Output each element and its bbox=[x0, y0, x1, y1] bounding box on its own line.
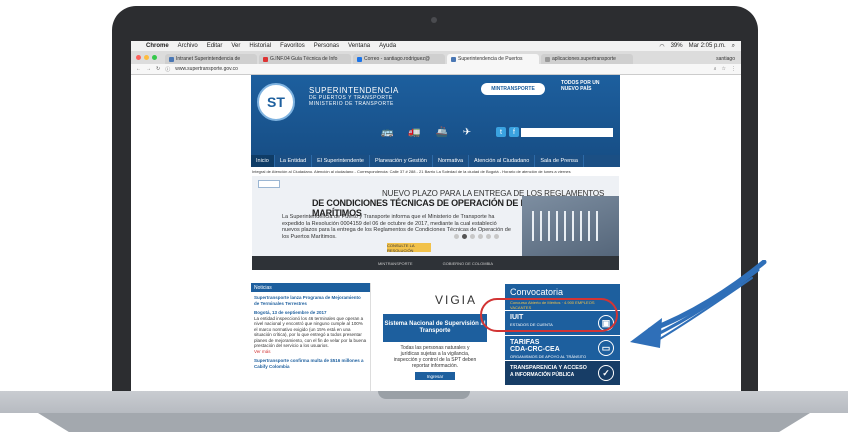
social-links: t f bbox=[496, 127, 519, 137]
camera-icon bbox=[431, 17, 437, 23]
nav-planeacion[interactable]: Planeación y Gestión bbox=[370, 155, 433, 167]
search-icon[interactable]: ⌕ bbox=[732, 43, 735, 50]
news-item-body: La entidad inspeccionó los 46 terminales… bbox=[254, 315, 367, 349]
menu-historial[interactable]: Historial bbox=[249, 43, 271, 49]
main-nav: Inicio La Entidad El Superintendente Pla… bbox=[251, 155, 620, 167]
info-ticker: Integral de Atención al Ciudadano. Atenc… bbox=[252, 169, 571, 174]
favicon-icon bbox=[357, 56, 362, 62]
favicon-icon bbox=[169, 56, 174, 62]
laptop-notch bbox=[378, 391, 470, 399]
reload-icon[interactable]: ↻ bbox=[156, 66, 160, 72]
tab-superintendencia[interactable]: Superintendencia de Puertos bbox=[447, 54, 539, 64]
menu-ayuda[interactable]: Ayuda bbox=[379, 43, 396, 49]
nav-sala-prensa[interactable]: Sala de Prensa bbox=[535, 155, 584, 167]
menu-personas[interactable]: Personas bbox=[314, 43, 339, 49]
clock[interactable]: Mar 2:05 p.m. bbox=[689, 43, 726, 49]
noticias-header: Noticias bbox=[251, 283, 370, 292]
noticias-panel: Noticias Supertransporte lanza Programa … bbox=[251, 283, 371, 391]
tarifas-highlight-ellipse bbox=[480, 298, 618, 332]
carousel-dot[interactable] bbox=[486, 234, 491, 239]
website-page: ST SUPERINTENDENCIA DE PUERTOS Y TRANSPO… bbox=[251, 75, 620, 391]
pointer-arrow-icon bbox=[630, 260, 767, 348]
banner-footer: MINTRANSPORTE GOBIERNO DE COLOMBIA bbox=[252, 256, 619, 270]
news-list: Supertransporte lanza Programa de Mejora… bbox=[251, 292, 370, 372]
carousel-dot-active[interactable] bbox=[462, 234, 467, 239]
nav-normativa[interactable]: Normativa bbox=[433, 155, 469, 167]
news-banner[interactable]: NUEVO PLAZO PARA LA ENTREGA DE LOS REGLA… bbox=[252, 176, 619, 256]
site-search-input[interactable] bbox=[521, 128, 613, 137]
back-icon[interactable]: ← bbox=[136, 66, 141, 72]
menu-ver[interactable]: Ver bbox=[231, 43, 240, 49]
tab-bar: Intranet Superintendencia de G.INF.04 Gu… bbox=[131, 51, 741, 64]
address-bar: ← → ↻ ⓘ www.supertransporte.gov.co ⌕ ☆ ⋮ bbox=[131, 64, 741, 75]
carousel-dots bbox=[454, 234, 499, 239]
nav-la-entidad[interactable]: La Entidad bbox=[275, 155, 313, 167]
tarifas-card[interactable]: TARIFAS CDA-CRC-CEA ORGANISMOS DE APOYO … bbox=[505, 336, 620, 360]
laptop-base-shadow bbox=[38, 413, 810, 432]
mac-menubar: Chrome Archivo Editar Ver Historial Favo… bbox=[131, 41, 741, 51]
nav-superintendente[interactable]: El Superintendente bbox=[312, 155, 370, 167]
site-name: SUPERINTENDENCIA DE PUERTOS Y TRANSPORTE… bbox=[309, 86, 399, 108]
mintransporte-logo[interactable]: MINTRANSPORTE bbox=[481, 83, 545, 95]
menu-icon[interactable]: ⋮ bbox=[731, 66, 736, 72]
maximize-icon[interactable] bbox=[152, 55, 157, 60]
info-icon[interactable]: ⓘ bbox=[165, 66, 170, 73]
menubar-status: ◠ 39% Mar 2:05 p.m. ⌕ bbox=[659, 43, 735, 50]
zoom-icon[interactable]: ⌕ bbox=[714, 66, 717, 72]
consulte-resolucion-button[interactable]: CONSULTE LA RESOLUCIÓN bbox=[387, 243, 431, 253]
favicon-icon bbox=[451, 56, 456, 62]
star-icon[interactable]: ☆ bbox=[722, 66, 726, 72]
favicon-icon bbox=[263, 56, 268, 62]
menu-editar[interactable]: Editar bbox=[207, 43, 223, 49]
port-image bbox=[522, 196, 619, 256]
transparencia-card[interactable]: TRANSPARENCIA Y ACCESO A INFORMACIÓN PÚB… bbox=[505, 361, 620, 385]
menu-ventana[interactable]: Ventana bbox=[348, 43, 370, 49]
url-field[interactable]: www.supertransporte.gov.co bbox=[175, 66, 238, 72]
news-item-title[interactable]: Supertransporte lanza Programa de Mejora… bbox=[254, 295, 367, 306]
menu-archivo[interactable]: Archivo bbox=[178, 43, 198, 49]
vigia-panel: VIGIA Sistema Nacional de Supervisión al… bbox=[383, 286, 487, 390]
menu-app-name[interactable]: Chrome bbox=[146, 43, 169, 49]
car-icon: ▭ bbox=[598, 340, 614, 356]
favicon-icon bbox=[545, 56, 550, 62]
menu-favoritos[interactable]: Favoritos bbox=[280, 43, 305, 49]
vigia-title: Sistema Nacional de Supervisión al Trans… bbox=[383, 314, 487, 342]
nav-inicio[interactable]: Inicio bbox=[251, 155, 275, 167]
profile-name[interactable]: santiago bbox=[716, 56, 741, 64]
carousel-dot[interactable] bbox=[494, 234, 499, 239]
wifi-icon[interactable]: ◠ bbox=[659, 43, 664, 50]
ingresar-button[interactable]: Ingresar bbox=[415, 372, 455, 380]
news-item-title[interactable]: Supertransporte confirma multa de $516 m… bbox=[254, 358, 367, 369]
todos-por-un-nuevo-pais-logo[interactable]: TODOS POR UN NUEVO PAÍS bbox=[561, 80, 617, 102]
minimize-icon[interactable] bbox=[144, 55, 149, 60]
vigia-body: Todas las personas naturales y jurídicas… bbox=[393, 345, 477, 369]
transport-icons: 🚌 🚛 🚢 ✈ bbox=[381, 127, 478, 138]
carousel-dot[interactable] bbox=[470, 234, 475, 239]
tab-guia-tecnica[interactable]: G.INF.04 Guía Técnica de Info bbox=[259, 54, 351, 64]
vigia-logo[interactable]: VIGIA bbox=[383, 286, 487, 314]
carousel-dot[interactable] bbox=[478, 234, 483, 239]
carousel-dot[interactable] bbox=[454, 234, 459, 239]
tab-intranet[interactable]: Intranet Superintendencia de bbox=[165, 54, 257, 64]
laptop-mockup: Chrome Archivo Editar Ver Historial Favo… bbox=[0, 0, 848, 432]
twitter-icon[interactable]: t bbox=[496, 127, 506, 137]
superintendencia-logo[interactable]: ST bbox=[257, 83, 295, 121]
tab-aplicaciones[interactable]: aplicaciones.supertransporte bbox=[541, 54, 633, 64]
facebook-icon[interactable]: f bbox=[509, 127, 519, 137]
close-icon[interactable] bbox=[136, 55, 141, 60]
window-controls bbox=[136, 55, 157, 60]
nav-atencion[interactable]: Atención al Ciudadano bbox=[469, 155, 536, 167]
tab-correo[interactable]: Correo - santiago.rodriguez@ bbox=[353, 54, 445, 64]
site-header: ST SUPERINTENDENCIA DE PUERTOS Y TRANSPO… bbox=[251, 75, 620, 155]
check-icon: ✓ bbox=[598, 365, 614, 381]
banner-logo bbox=[258, 180, 280, 188]
forward-icon[interactable]: → bbox=[146, 66, 151, 72]
battery-level[interactable]: 39% bbox=[671, 43, 683, 49]
